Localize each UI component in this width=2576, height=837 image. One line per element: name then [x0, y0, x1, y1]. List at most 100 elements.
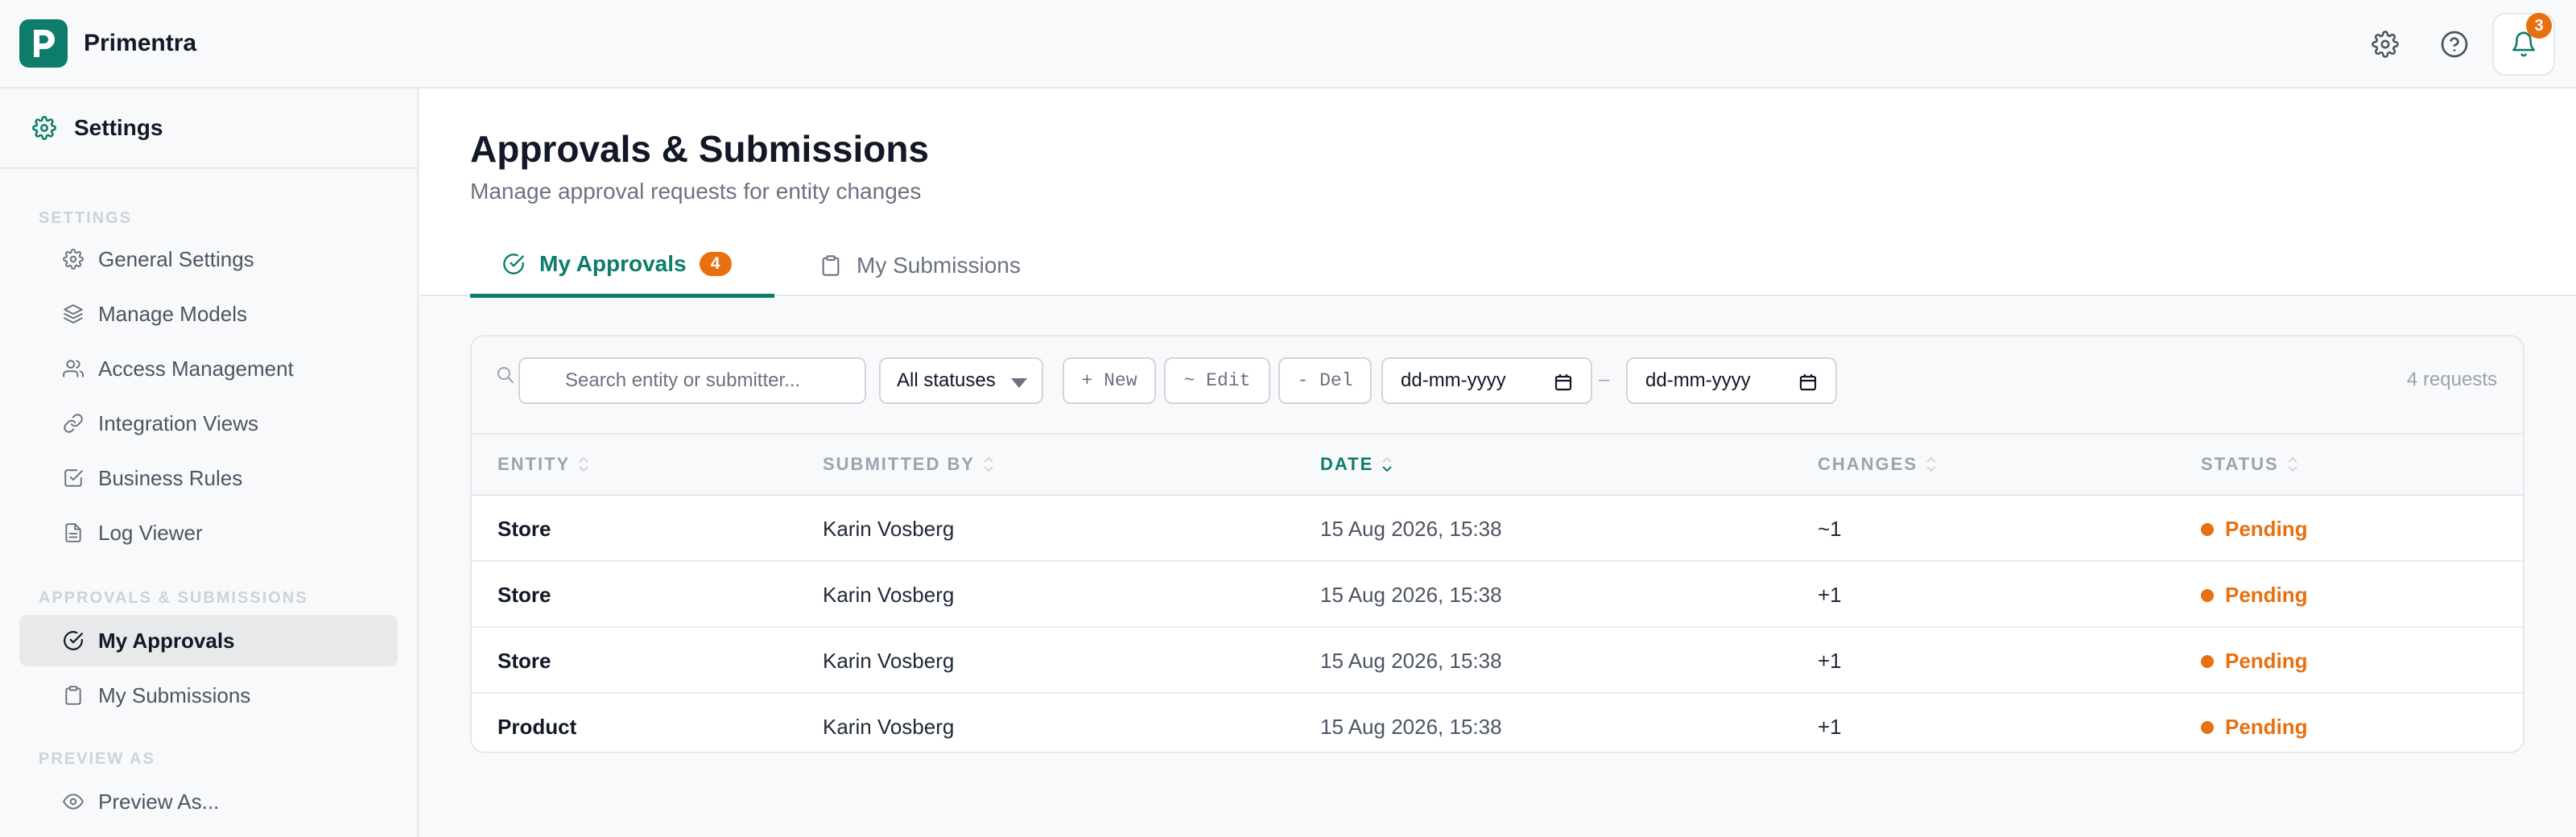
sidebar-item-my-approvals[interactable]: My Approvals [19, 615, 398, 666]
clipboard-icon [65, 686, 81, 705]
request-count: 4 requests [2406, 369, 2497, 390]
file-icon [65, 523, 81, 542]
date-from-placeholder: dd-mm-yyyy [1401, 369, 1506, 391]
table-row[interactable]: Product Karin Vosberg 15 Aug 2026, 15:38… [472, 694, 2523, 752]
status-dot [2201, 522, 2214, 536]
section-label-settings: SETTINGS [39, 209, 133, 227]
date-from-input[interactable]: dd-mm-yyyy [1381, 357, 1592, 404]
cell-changes: +1 [1818, 715, 1842, 739]
cell-date: 15 Aug 2026, 15:38 [1320, 517, 1502, 541]
notification-badge: 3 [2526, 13, 2552, 39]
tab-my-submissions[interactable]: My Submissions [803, 233, 1021, 298]
main-content: Approvals & Submissions Manage approval … [420, 89, 2576, 837]
cell-changes: ~1 [1818, 517, 1842, 541]
filter-new-button[interactable]: + New [1063, 357, 1156, 404]
sidebar-item-label: My Approvals [98, 628, 235, 653]
sidebar-title: Settings [74, 115, 163, 140]
caret-down-icon [1011, 378, 1027, 388]
status-dot [2201, 654, 2214, 668]
sort-descending-icon [1382, 456, 1392, 472]
sidebar-item-label: Integration Views [98, 410, 258, 435]
clipboard-icon [822, 255, 840, 276]
filter-edit-button[interactable]: ~ Edit [1164, 357, 1270, 404]
table-row[interactable]: Store Karin Vosberg 15 Aug 2026, 15:38 ~… [472, 496, 2523, 562]
sidebar-item-my-submissions[interactable]: My Submissions [19, 670, 398, 721]
sidebar-item-label: Business Rules [98, 465, 243, 490]
date-to-input[interactable]: dd-mm-yyyy [1626, 357, 1837, 404]
users-icon [63, 360, 84, 377]
page-header: Approvals & Submissions Manage approval … [420, 89, 2576, 298]
column-header-changes[interactable]: CHANGES [1818, 454, 1937, 475]
sidebar-item-preview-as[interactable]: Preview As... [19, 776, 398, 827]
brand-name: Primentra [84, 30, 197, 56]
search-icon [497, 367, 514, 383]
status-badge: Pending [2201, 715, 2308, 740]
sidebar-item-log-viewer[interactable]: Log Viewer [19, 507, 398, 559]
section-label-preview: PREVIEW AS [39, 750, 155, 768]
calendar-icon[interactable] [1798, 373, 1818, 392]
sort-icon [2288, 456, 2297, 472]
status-badge: Pending [2201, 583, 2308, 608]
status-filter-value: All statuses [897, 369, 996, 391]
cell-date: 15 Aug 2026, 15:38 [1320, 715, 1502, 739]
check-circle-icon [503, 253, 524, 274]
cell-submitted-by: Karin Vosberg [823, 649, 955, 673]
tab-label: My Approvals [539, 250, 687, 276]
help-icon [2441, 31, 2468, 58]
tab-count-badge: 4 [699, 251, 732, 276]
table-row[interactable]: Store Karin Vosberg 15 Aug 2026, 15:38 +… [472, 628, 2523, 694]
cell-submitted-by: Karin Vosberg [823, 715, 955, 739]
sidebar-item-label: Log Viewer [98, 520, 203, 545]
status-dot [2201, 720, 2214, 734]
sidebar-item-integration-views[interactable]: Integration Views [19, 398, 398, 449]
sidebar-item-label: General Settings [98, 246, 254, 271]
layers-icon [64, 304, 83, 324]
date-range-separator: – [1599, 369, 1610, 390]
brand-logo[interactable] [19, 19, 68, 68]
section-label-approvals: APPROVALS & SUBMISSIONS [39, 589, 308, 607]
sidebar-header: Settings [0, 89, 417, 169]
gear-icon [32, 116, 56, 140]
sidebar-item-manage-models[interactable]: Manage Models [19, 288, 398, 340]
cell-entity: Store [497, 649, 551, 673]
filter-toolbar: All statuses + New ~ Edit - Del dd-mm-yy… [472, 336, 2523, 433]
sidebar-item-general-settings[interactable]: General Settings [19, 233, 398, 285]
topbar-actions: 3 [2347, 13, 2555, 76]
status-badge: Pending [2201, 517, 2308, 542]
sidebar-item-access-management[interactable]: Access Management [19, 343, 398, 394]
status-filter-select[interactable]: All statuses [879, 357, 1043, 404]
cell-date: 15 Aug 2026, 15:38 [1320, 649, 1502, 673]
status-badge: Pending [2201, 649, 2308, 674]
column-header-entity[interactable]: ENTITY [497, 454, 589, 475]
search-input[interactable] [518, 357, 866, 404]
check-circle-icon [64, 631, 83, 650]
notifications-button[interactable]: 3 [2492, 13, 2555, 76]
cell-submitted-by: Karin Vosberg [823, 517, 955, 541]
sidebar-item-label: Manage Models [98, 301, 247, 326]
help-button[interactable] [2423, 13, 2486, 76]
filter-delete-button[interactable]: - Del [1278, 357, 1372, 404]
sidebar-item-label: Access Management [98, 356, 294, 381]
calendar-icon[interactable] [1554, 373, 1573, 392]
sidebar-item-label: My Submissions [98, 682, 251, 707]
column-header-submitted-by[interactable]: SUBMITTED BY [823, 454, 994, 475]
settings-button[interactable] [2354, 13, 2417, 76]
sort-icon [984, 456, 993, 472]
approvals-panel: All statuses + New ~ Edit - Del dd-mm-yy… [470, 335, 2524, 753]
column-header-status[interactable]: STATUS [2201, 454, 2298, 475]
gear-icon [2372, 31, 2399, 58]
cell-changes: +1 [1818, 649, 1842, 673]
table-row[interactable]: Store Karin Vosberg 15 Aug 2026, 15:38 +… [472, 562, 2523, 628]
cell-entity: Store [497, 583, 551, 607]
sort-icon [1926, 456, 1936, 472]
column-header-date[interactable]: DATE [1320, 454, 1393, 475]
status-dot [2201, 588, 2214, 602]
sort-icon [579, 456, 588, 472]
sidebar-item-business-rules[interactable]: Business Rules [19, 452, 398, 504]
date-to-placeholder: dd-mm-yyyy [1645, 369, 1751, 391]
tab-label: My Submissions [857, 253, 1021, 278]
eye-icon [63, 794, 84, 810]
tab-my-approvals[interactable]: My Approvals 4 [470, 233, 774, 298]
cell-submitted-by: Karin Vosberg [823, 583, 955, 607]
table-header: ENTITY SUBMITTED BY DATE CHANGES STATUS [472, 433, 2523, 496]
